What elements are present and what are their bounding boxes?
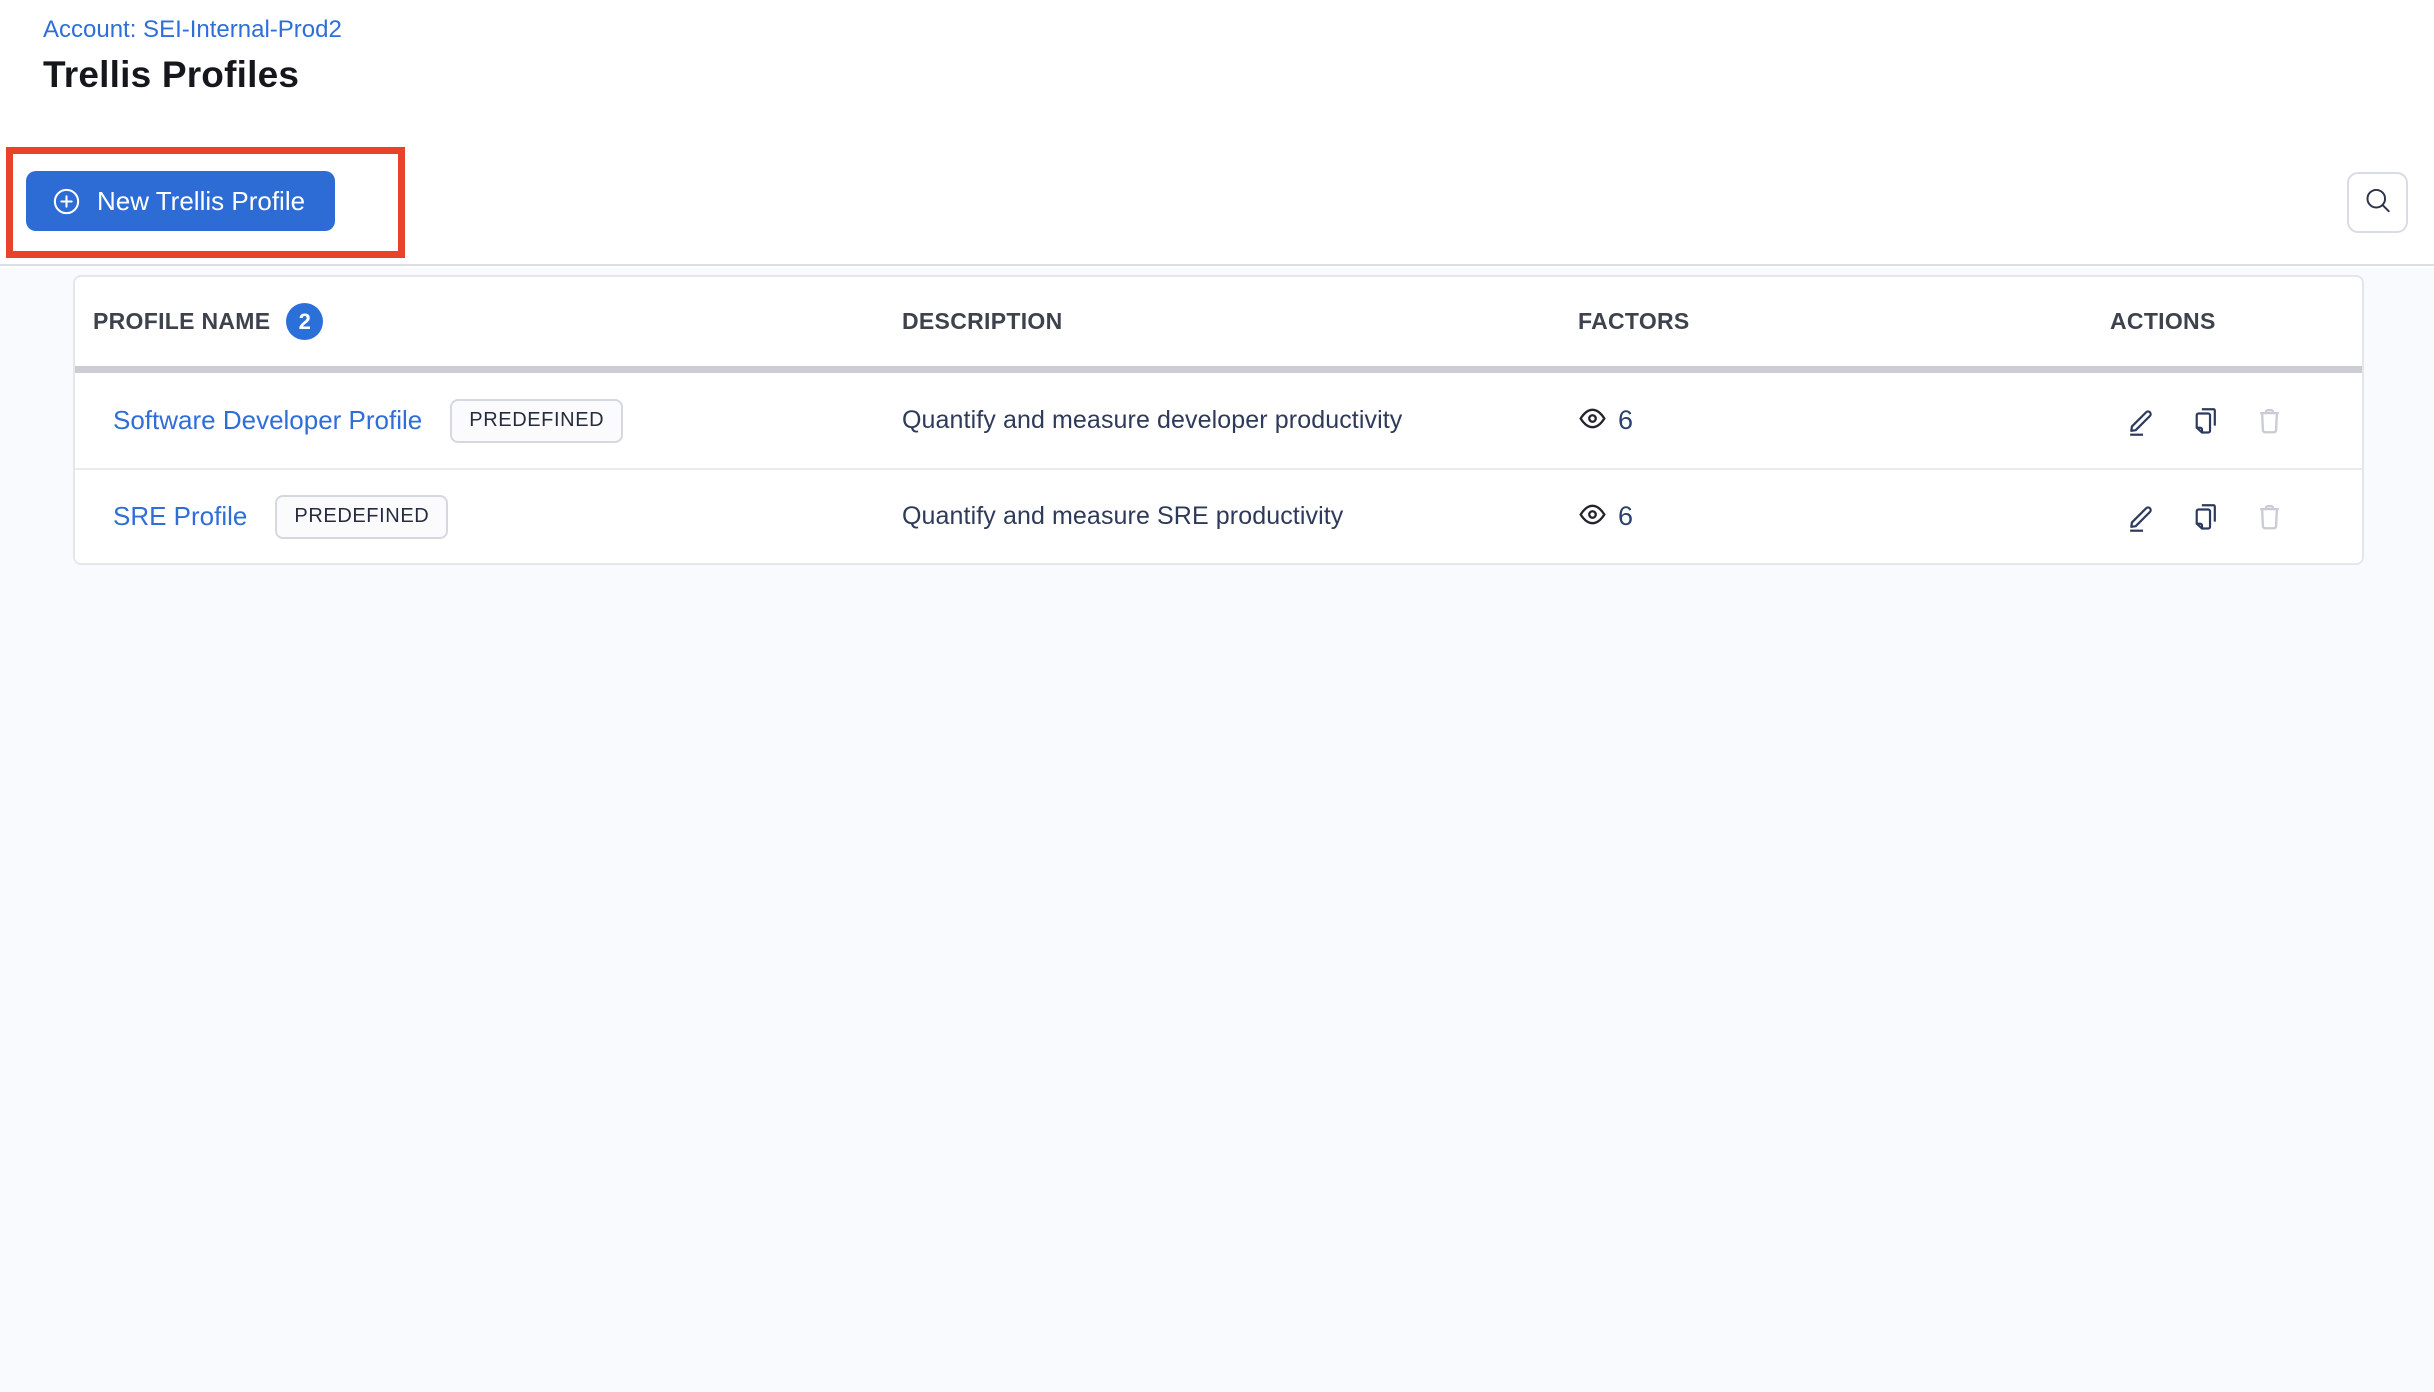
edit-profile-button[interactable] bbox=[2123, 403, 2159, 439]
factors-count: 6 bbox=[1618, 405, 1634, 435]
edit-pencil-icon bbox=[2126, 501, 2157, 532]
delete-profile-button[interactable] bbox=[2251, 499, 2287, 535]
header-divider bbox=[75, 366, 2362, 373]
edit-pencil-icon bbox=[2126, 405, 2157, 436]
predefined-badge: PREDEFINED bbox=[450, 398, 624, 443]
search-button[interactable] bbox=[2347, 172, 2408, 233]
profile-description: Quantify and measure SRE productivity bbox=[902, 502, 1344, 530]
actions-cell bbox=[2110, 499, 2362, 535]
eye-icon bbox=[1578, 500, 1607, 534]
table-row: Software Developer Profile PREDEFINED Qu… bbox=[75, 373, 2362, 468]
actions-cell bbox=[2110, 403, 2362, 439]
profile-name-cell: SRE Profile PREDEFINED bbox=[75, 494, 902, 539]
trellis-profiles-table: PROFILE NAME 2 DESCRIPTION FACTORS ACTIO… bbox=[73, 275, 2364, 565]
new-trellis-profile-button-label: New Trellis Profile bbox=[97, 185, 306, 216]
profile-name-header-label: PROFILE NAME bbox=[93, 308, 271, 334]
profile-name-cell: Software Developer Profile PREDEFINED bbox=[75, 398, 902, 443]
search-icon bbox=[2363, 186, 2393, 219]
factors-cell: 6 bbox=[1578, 404, 2110, 438]
factors-column-header: FACTORS bbox=[1578, 308, 1690, 334]
trash-icon bbox=[2254, 405, 2285, 436]
plus-circle-icon bbox=[51, 186, 82, 217]
table-header-row: PROFILE NAME 2 DESCRIPTION FACTORS ACTIO… bbox=[75, 277, 2362, 366]
trash-icon bbox=[2254, 501, 2285, 532]
factors-count: 6 bbox=[1618, 501, 1634, 531]
page-header: Account: SEI-Internal-Prod2 Trellis Prof… bbox=[0, 0, 2434, 266]
account-breadcrumb-link[interactable]: Account: SEI-Internal-Prod2 bbox=[43, 16, 342, 44]
actions-column-header: ACTIONS bbox=[2110, 308, 2216, 334]
copy-icon bbox=[2190, 405, 2221, 436]
profile-link[interactable]: Software Developer Profile bbox=[113, 405, 422, 436]
new-trellis-profile-button[interactable]: New Trellis Profile bbox=[26, 171, 336, 231]
profile-link[interactable]: SRE Profile bbox=[113, 501, 247, 532]
content-area: PROFILE NAME 2 DESCRIPTION FACTORS ACTIO… bbox=[0, 268, 2434, 1392]
factors-cell: 6 bbox=[1578, 500, 2110, 534]
delete-profile-button[interactable] bbox=[2251, 403, 2287, 439]
predefined-badge: PREDEFINED bbox=[275, 494, 449, 539]
table-row: SRE Profile PREDEFINED Quantify and meas… bbox=[75, 468, 2362, 563]
copy-icon bbox=[2190, 501, 2221, 532]
profile-description: Quantify and measure developer productiv… bbox=[902, 406, 1403, 434]
page-title: Trellis Profiles bbox=[43, 54, 300, 95]
description-column-header: DESCRIPTION bbox=[902, 308, 1063, 334]
profile-name-column-header: PROFILE NAME 2 bbox=[75, 303, 902, 340]
edit-profile-button[interactable] bbox=[2123, 499, 2159, 535]
copy-profile-button[interactable] bbox=[2187, 403, 2223, 439]
profiles-count-badge: 2 bbox=[286, 303, 324, 340]
eye-icon bbox=[1578, 404, 1607, 438]
copy-profile-button[interactable] bbox=[2187, 499, 2223, 535]
